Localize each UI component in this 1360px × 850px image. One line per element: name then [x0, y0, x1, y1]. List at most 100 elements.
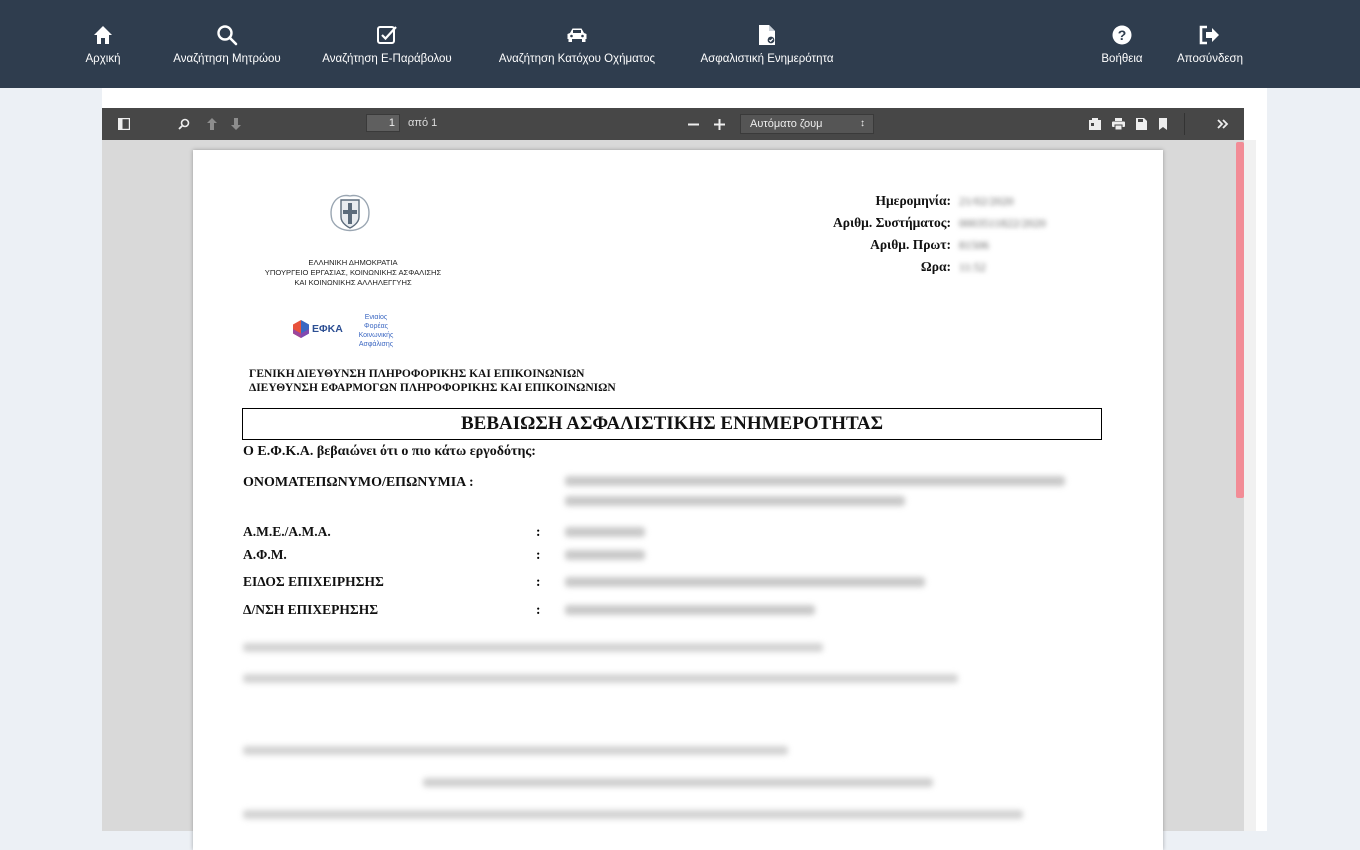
- help-icon: ?: [1110, 23, 1134, 47]
- zoom-out-button[interactable]: [685, 108, 701, 140]
- nav-help[interactable]: ? Βοήθεια: [1090, 0, 1154, 88]
- ame-field-label: Α.Μ.Ε./Α.Μ.Α.: [243, 524, 331, 539]
- sidebar-toggle-button[interactable]: [114, 108, 134, 140]
- print-icon: [1111, 118, 1125, 130]
- nav-eparavolo-search-label: Αναζήτηση Ε-Παράβολου: [322, 53, 452, 65]
- right-margin: [1267, 88, 1360, 831]
- tools-button[interactable]: [1214, 108, 1232, 140]
- double-chevron-right-icon: [1217, 119, 1229, 129]
- directorate-apps: ΔΙΕΥΘΥΝΣΗ ΕΦΑΡΜΟΓΩΝ ΠΛΗΡΟΦΟΡΙΚΗΣ ΚΑΙ ΕΠΙ…: [249, 382, 616, 394]
- system-number-label: Αριθμ. Συστήματος:: [832, 215, 951, 230]
- body-text-redacted-1: [243, 643, 823, 652]
- minus-icon: [687, 119, 699, 130]
- arrow-down-icon: [231, 118, 241, 130]
- business-type-label: ΕΙΔΟΣ ΕΠΙΧΕΙΡΗΣΗΣ: [243, 574, 384, 589]
- toolbar-separator: [1184, 113, 1185, 135]
- presentation-icon: [1089, 118, 1101, 130]
- nav-logout-label: Αποσύνδεση: [1177, 53, 1243, 65]
- print-button[interactable]: [1109, 108, 1127, 140]
- ministry-line-3: ΚΑΙ ΚΟΙΝΩΝΙΚΗΣ ΑΛΛΗΛΕΓΓΥΗΣ: [294, 278, 412, 287]
- business-address-colon: :: [536, 602, 541, 617]
- checkbox-icon: [375, 23, 399, 47]
- certificate-title: ΒΕΒΑΙΩΣΗ ΑΣΦΑΛΙΣΤΙΚΗΣ ΕΝΗΜΕΡΟΤΗΤΑΣ: [242, 408, 1102, 440]
- nav-insurance-status[interactable]: Ασφαλιστική Ενημερότητα: [688, 0, 846, 88]
- nav-home-label: Αρχική: [85, 53, 121, 65]
- next-page-button[interactable]: [227, 108, 245, 140]
- page-count-label: από 1: [408, 117, 438, 129]
- save-icon: [1135, 118, 1147, 130]
- page-number-input[interactable]: 1: [366, 114, 400, 132]
- intro-text: Ο Ε.Φ.Κ.Α. βεβαιώνει ότι ο πιο κάτω εργο…: [243, 444, 536, 459]
- efka-logo-text: ΕΦΚΑ: [312, 323, 343, 335]
- efka-tagline-4: Ασφάλισης: [358, 341, 394, 348]
- greek-emblem-logo: [328, 190, 373, 238]
- arrow-up-icon: [207, 118, 217, 130]
- business-address-value-redacted: [565, 605, 815, 615]
- nav-vehicle-owner-search-label: Αναζήτηση Κατόχου Οχήματος: [498, 53, 656, 65]
- document-icon: [755, 23, 779, 47]
- nav-registry-search-label: Αναζήτηση Μητρώου: [173, 53, 281, 65]
- ministry-line-1: ΕΛΛΗΝΙΚΗ ΔΗΜΟΚΡΑΤΙΑ: [308, 258, 398, 267]
- svg-text:?: ?: [1118, 27, 1127, 43]
- name-field-label: ΟΝΟΜΑΤΕΠΩΝΥΜΟ/ΕΠΩΝΥΜΙΑ :: [243, 475, 474, 490]
- nav-registry-search[interactable]: Αναζήτηση Μητρώου: [162, 0, 292, 88]
- select-caret-icon: ↕: [860, 118, 865, 129]
- nav-eparavolo-search[interactable]: Αναζήτηση Ε-Παράβολου: [312, 0, 462, 88]
- body-text-redacted-3: [243, 746, 788, 755]
- ame-field-value-redacted: [565, 527, 645, 537]
- ame-colon: :: [536, 524, 541, 539]
- afm-field-label: Α.Φ.Μ.: [243, 547, 287, 562]
- scrollbar-thumb[interactable]: [1236, 142, 1244, 498]
- download-button[interactable]: [1132, 108, 1150, 140]
- business-type-value-redacted: [565, 577, 925, 587]
- system-number-value: 0003511822/2020: [959, 216, 1046, 230]
- pdf-toolbar: 1 από 1 Αυτόματο ζουμ ↕: [102, 108, 1244, 140]
- date-value: 21/02/2020: [959, 194, 1014, 208]
- efka-tagline-3: Κοινωνικής: [358, 332, 394, 339]
- efka-tagline-2: Φορέας: [363, 323, 388, 330]
- scrollbar-track[interactable]: [1244, 140, 1256, 831]
- ministry-line-2: ΥΠΟΥΡΓΕΙΟ ΕΡΓΑΣΙΑΣ, ΚΟΙΝΩΝΙΚΗΣ ΑΣΦΑΛΙΣΗΣ: [264, 268, 442, 277]
- time-label: Ωρα:: [920, 259, 951, 274]
- directorate-general: ΓΕΝΙΚΗ ΔΙΕΥΘΥΝΣΗ ΠΛΗΡΟΦΟΡΙΚΗΣ ΚΑΙ ΕΠΙΚΟΙ…: [249, 368, 585, 380]
- zoom-in-button[interactable]: [711, 108, 727, 140]
- nav-help-label: Βοήθεια: [1101, 53, 1143, 65]
- header-labels: Ημερομηνία: Αριθμ. Συστήματος: Αριθμ. Πρ…: [753, 190, 951, 278]
- afm-field-value-redacted: [565, 550, 645, 560]
- body-text-redacted-5: [243, 810, 1023, 819]
- header-values: 21/02/2020 0003511822/2020 81506 11:52: [959, 190, 1046, 278]
- body-text-redacted-4: [423, 778, 933, 787]
- protocol-number-value: 81506: [959, 238, 989, 252]
- name-field-value-redacted-2: [565, 496, 905, 506]
- nav-insurance-status-label: Ασφαλιστική Ενημερότητα: [700, 53, 834, 65]
- nav-logout[interactable]: Αποσύνδεση: [1168, 0, 1252, 88]
- previous-page-button[interactable]: [203, 108, 221, 140]
- bookmark-button[interactable]: [1154, 108, 1172, 140]
- ministry-block: ΕΛΛΗΝΙΚΗ ΔΗΜΟΚΡΑΤΙΑ ΥΠΟΥΡΓΕΙΟ ΕΡΓΑΣΙΑΣ, …: [213, 258, 493, 288]
- search-icon: [215, 23, 239, 47]
- logout-icon: [1198, 23, 1222, 47]
- top-navbar: Αρχική Αναζήτηση Μητρώου Αναζήτηση Ε-Παρ…: [0, 0, 1360, 88]
- nav-home[interactable]: Αρχική: [80, 0, 126, 88]
- efka-tagline: Ενιαίος Φορέας Κοινωνικής Ασφάλισης: [348, 313, 404, 349]
- car-icon: [565, 23, 589, 47]
- search-icon: [178, 118, 190, 130]
- pdf-page: ΕΛΛΗΝΙΚΗ ΔΗΜΟΚΡΑΤΙΑ ΥΠΟΥΡΓΕΙΟ ΕΡΓΑΣΙΑΣ, …: [193, 150, 1163, 850]
- efka-logo: ΕΦΚΑ Ενιαίος Φορέας Κοινωνικής Ασφάλισης: [283, 313, 443, 363]
- presentation-mode-button[interactable]: [1086, 108, 1104, 140]
- body-text-redacted-2: [243, 674, 958, 683]
- name-field-value-redacted: [565, 476, 1065, 486]
- home-icon: [91, 23, 115, 47]
- bookmark-icon: [1159, 118, 1167, 130]
- business-type-colon: :: [536, 574, 541, 589]
- find-button[interactable]: [175, 108, 193, 140]
- plus-icon: [713, 118, 725, 130]
- afm-colon: :: [536, 547, 541, 562]
- zoom-select[interactable]: Αυτόματο ζουμ ↕: [740, 114, 874, 134]
- time-value: 11:52: [959, 260, 986, 274]
- nav-vehicle-owner-search[interactable]: Αναζήτηση Κατόχου Οχήματος: [484, 0, 670, 88]
- left-margin: [0, 88, 102, 831]
- sidebar-toggle-icon: [118, 118, 130, 130]
- zoom-select-value: Αυτόματο ζουμ: [750, 118, 823, 130]
- date-label: Ημερομηνία:: [875, 193, 951, 208]
